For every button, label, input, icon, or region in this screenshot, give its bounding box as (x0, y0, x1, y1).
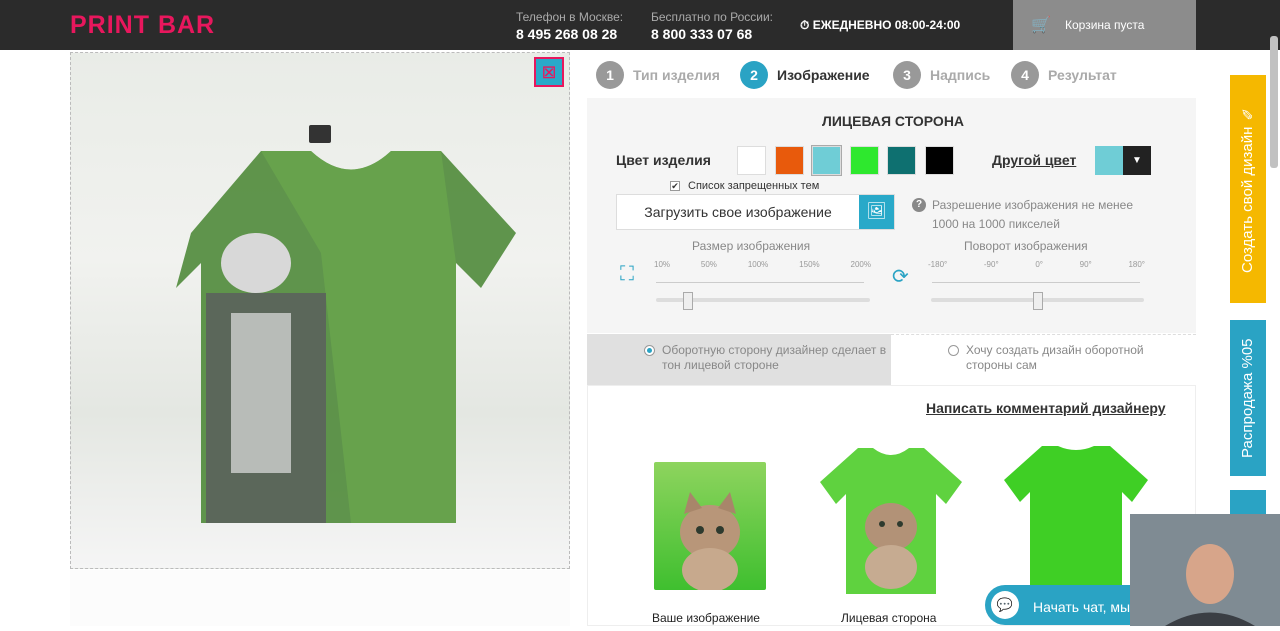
step-label: Результат (1048, 67, 1117, 83)
chat-button[interactable]: 💬 Начать чат, мы (985, 585, 1135, 625)
phone-russia-label: Бесплатно по России: (651, 10, 773, 24)
color-swatch-teal[interactable] (887, 146, 916, 175)
tick: 180° (1128, 260, 1145, 269)
step-number: 3 (893, 61, 921, 89)
phone-russia-block: Бесплатно по России: 8 800 333 07 68 (651, 10, 773, 42)
radio-selected-icon[interactable] (644, 345, 655, 356)
webcam-overlay (1130, 514, 1280, 626)
cart-label: Корзина пуста (1065, 18, 1145, 32)
phone-moscow-block: Телефон в Москве: 8 495 268 08 28 (516, 10, 623, 42)
tick: 100% (747, 260, 769, 269)
phone-moscow-label: Телефон в Москве: (516, 10, 624, 24)
page-scrollbar[interactable] (1270, 36, 1278, 168)
remove-image-button[interactable]: ⊠ (534, 57, 564, 87)
tick: 200% (850, 260, 871, 269)
step-number: 1 (596, 61, 624, 89)
tick: 10% (654, 260, 671, 269)
tick: 90° (1079, 260, 1092, 269)
working-hours: ⏱ ЕЖЕДНЕВНО 08:00-24:00 (800, 18, 960, 33)
tshirt-preview-image (176, 125, 516, 523)
size-scale-line (656, 282, 864, 283)
image-icon: 🖼 (859, 195, 894, 229)
step-label: Изображение (777, 67, 870, 83)
site-header: PRINT BAR Телефон в Москве: 8 495 268 08… (0, 0, 1280, 50)
kitten-image (680, 492, 740, 592)
step-number: 2 (740, 61, 768, 89)
chevron-down-icon[interactable]: ▼ (1123, 146, 1151, 175)
back-side-tshirt (1004, 446, 1148, 588)
front-side-tshirt (820, 448, 962, 594)
cart-button[interactable]: 🛒 Корзина пуста (1013, 0, 1196, 50)
upload-label: Загрузить свое изображение (644, 204, 832, 220)
hours-text: ЕЖЕДНЕВНО 08:00-24:00 (812, 18, 961, 32)
back-option-self[interactable]: Хочу создать дизайн оборотной стороны са… (948, 343, 1163, 373)
option-self-label: Хочу создать дизайн оборотной стороны са… (966, 343, 1144, 372)
option-designer-label: Оборотную сторону дизайнер сделает в тон… (662, 343, 887, 372)
step-label: Надпись (930, 67, 991, 83)
chat-icon: 💬 (991, 591, 1019, 619)
pencil-icon: ✎ (1239, 104, 1256, 123)
rotate-label: Поворот изображения (964, 239, 1088, 253)
caption-your-image: Ваше изображение (652, 611, 760, 625)
caption-front-side: Лицевая сторона (841, 611, 937, 625)
rotate-slider-thumb[interactable] (1032, 292, 1043, 310)
color-picker[interactable]: ▼ (1095, 146, 1151, 175)
checkbox-icon: ✔ (670, 181, 680, 191)
size-slider-thumb[interactable] (683, 292, 694, 310)
step-type[interactable]: 1 Тип изделия (596, 61, 720, 89)
resolution-text: Разрешение изображения не менее 1000 на … (932, 198, 1133, 231)
create-design-tab[interactable]: Создать свой дизайн ✎ (1230, 75, 1266, 303)
color-swatch-green[interactable] (850, 146, 879, 175)
product-preview (70, 52, 570, 569)
radio-icon[interactable] (948, 345, 959, 356)
other-color-link[interactable]: Другой цвет (992, 152, 1076, 168)
cart-icon: 🛒 (1031, 17, 1051, 34)
upload-image-button[interactable]: Загрузить свое изображение 🖼 (616, 194, 895, 230)
preview-footer (70, 570, 570, 626)
sale-tab[interactable]: Распродажа %05 (1230, 320, 1266, 476)
picked-color (1095, 146, 1123, 175)
banned-topics-checkbox[interactable]: ✔ Список запрещенных тем (670, 180, 819, 192)
clock-icon: ⏱ (800, 18, 810, 32)
phone-russia[interactable]: 8 800 333 07 68 (651, 26, 773, 42)
presenter-video (1130, 514, 1280, 626)
phone-moscow[interactable]: 8 495 268 08 28 (516, 26, 623, 42)
tick: 150% (799, 260, 820, 269)
comment-designer-link[interactable]: Написать комментарий дизайнеру (926, 400, 1166, 416)
tick: -90° (983, 260, 999, 269)
color-swatch-orange[interactable] (775, 146, 804, 175)
tick: 50% (700, 260, 717, 269)
color-swatch-black[interactable] (925, 146, 954, 175)
step-result[interactable]: 4 Результат (1011, 61, 1117, 89)
sale-badge: %05 (1239, 338, 1256, 369)
step-label: Тип изделия (633, 67, 720, 83)
chat-label: Начать чат, мы (1033, 599, 1131, 615)
size-label: Размер изображения (692, 239, 811, 253)
create-design-label: Создать свой дизайн (1239, 126, 1256, 274)
size-ticks: 10% 50% 100% 150% 200% (654, 260, 871, 269)
uploaded-image-thumbnail (654, 462, 766, 592)
color-swatch-cyan[interactable] (811, 145, 842, 176)
logo[interactable]: PRINT BAR (70, 11, 215, 40)
banned-topics-label: Список запрещенных тем (688, 180, 820, 192)
back-option-designer[interactable]: Оборотную сторону дизайнер сделает в тон… (644, 343, 889, 373)
fullscreen-icon[interactable]: ⛶ (620, 263, 634, 286)
step-text[interactable]: 3 Надпись (893, 61, 990, 89)
side-title: ЛИЦЕВАЯ СТОРОНА (822, 113, 965, 129)
step-image[interactable]: 2 Изображение (740, 61, 870, 89)
tick: 0° (1035, 260, 1043, 269)
resolution-note: ? Разрешение изображения не менее 1000 н… (912, 196, 1144, 234)
rotate-icon[interactable]: ⟳ (892, 264, 909, 289)
rotate-scale-line (932, 282, 1140, 283)
rotate-ticks: -180° -90° 0° 90° 180° (928, 260, 1145, 269)
tick: -180° (928, 260, 948, 269)
step-number: 4 (1011, 61, 1039, 89)
color-label: Цвет изделия (616, 152, 711, 168)
sale-label: Распродажа (1239, 372, 1256, 458)
question-icon: ? (912, 198, 926, 212)
color-swatch-white[interactable] (737, 146, 766, 175)
